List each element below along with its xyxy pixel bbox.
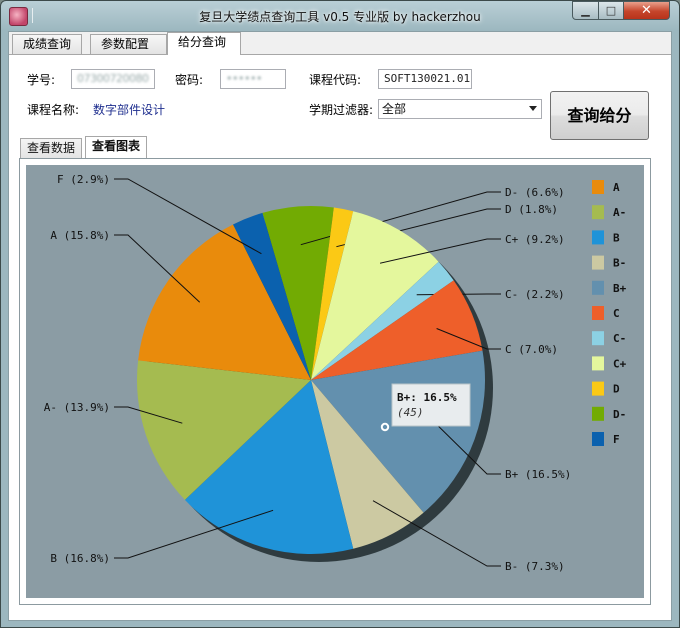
- legend-label: A-: [613, 206, 626, 219]
- slice-label: D- (6.6%): [505, 186, 565, 199]
- legend-label: C+: [613, 357, 627, 370]
- legend-swatch: [592, 306, 604, 320]
- legend-label: C-: [613, 332, 626, 345]
- chevron-down-icon: [529, 106, 537, 111]
- legend-label: B+: [613, 282, 627, 295]
- legend-swatch: [592, 331, 604, 346]
- term-filter-value: 全部: [382, 102, 407, 116]
- legend-label: D-: [613, 408, 626, 421]
- tab-view-chart[interactable]: 查看图表: [85, 136, 148, 158]
- chart-area: D- (6.6%) D (1.8%) C+ (9.2%) C- (2.2%) C (7.…: [26, 165, 644, 598]
- legend-swatch: [592, 180, 604, 194]
- term-filter-label: 学期过滤器:: [309, 103, 374, 117]
- slice-label: B- (7.3%): [505, 560, 565, 573]
- app-window: 复旦大学绩点查询工具 v0.5 专业版 by hackerzhou ▁ □ ✕ …: [0, 0, 680, 628]
- course-name-value: 数字部件设计: [93, 103, 166, 117]
- slice-label: C (7.0%): [505, 343, 558, 356]
- legend-swatch: [592, 432, 604, 446]
- term-filter-select[interactable]: 全部: [378, 99, 542, 119]
- legend-swatch: [592, 381, 604, 396]
- minimize-icon: ▁: [581, 4, 590, 17]
- close-icon: ✕: [641, 3, 652, 18]
- legend-swatch: [592, 255, 604, 270]
- slice-label: D (1.8%): [505, 203, 558, 216]
- minimize-button[interactable]: ▁: [572, 1, 599, 20]
- student-id-value: 07300720080: [77, 72, 149, 85]
- slice-label: C- (2.2%): [505, 288, 565, 301]
- legend-label: B-: [613, 257, 626, 270]
- legend-swatch: [592, 205, 604, 220]
- legend-label: A: [613, 181, 620, 194]
- legend-label: F: [613, 433, 620, 446]
- slice-label: B (16.8%): [50, 552, 110, 565]
- course-code-input[interactable]: SOFT130021.01: [378, 69, 472, 89]
- password-value: ••••••: [226, 72, 262, 85]
- main-tabs: 成绩查询 参数配置 给分查询: [9, 32, 671, 55]
- student-id-label: 学号:: [27, 73, 56, 87]
- password-label: 密码:: [175, 73, 204, 87]
- tab-grade-query[interactable]: 成绩查询: [12, 34, 82, 54]
- legend-swatch: [592, 280, 604, 295]
- tab-settings[interactable]: 参数配置: [90, 34, 167, 54]
- course-name-label: 课程名称:: [27, 103, 80, 117]
- slice-label: B+ (16.5%): [505, 468, 571, 481]
- query-distribution-button[interactable]: 查询给分: [550, 91, 649, 140]
- slice-label: A- (13.9%): [44, 401, 110, 414]
- maximize-icon: □: [605, 4, 617, 17]
- course-code-label: 课程代码:: [309, 73, 362, 87]
- score-distribution-panel: 学号: 07300720080 密码: •••••• 课程代码: SOFT130…: [9, 54, 671, 620]
- chart-frame: D- (6.6%) D (1.8%) C+ (9.2%) C- (2.2%) C (7.…: [19, 158, 651, 605]
- tooltip-count: (45): [397, 406, 424, 419]
- maximize-button[interactable]: □: [598, 1, 624, 20]
- close-button[interactable]: ✕: [623, 1, 670, 20]
- tooltip-title: B+: 16.5%: [397, 391, 457, 404]
- legend-swatch: [592, 356, 604, 371]
- password-input[interactable]: ••••••: [220, 69, 286, 89]
- tab-score-distribution[interactable]: 给分查询: [167, 32, 241, 55]
- pie-chart: D- (6.6%) D (1.8%) C+ (9.2%) C- (2.2%) C (7.…: [44, 173, 627, 573]
- slice-label: F (2.9%): [57, 173, 110, 186]
- client-area: 成绩查询 参数配置 给分查询 学号: 07300720080 密码: •••••…: [8, 31, 672, 621]
- student-id-input[interactable]: 07300720080: [71, 69, 155, 89]
- slice-label: C+ (9.2%): [505, 233, 565, 246]
- legend-label: D: [613, 383, 620, 396]
- legend-label: C: [613, 307, 620, 320]
- title-bar[interactable]: 复旦大学绩点查询工具 v0.5 专业版 by hackerzhou ▁ □ ✕: [1, 1, 679, 31]
- slice-label: A (15.8%): [50, 229, 110, 242]
- legend-swatch: [592, 230, 604, 245]
- chart-tooltip: B+: 16.5% (45): [391, 383, 471, 427]
- legend-label: B: [613, 231, 620, 244]
- tab-view-data[interactable]: 查看数据: [20, 138, 83, 158]
- legend-swatch: [592, 406, 604, 421]
